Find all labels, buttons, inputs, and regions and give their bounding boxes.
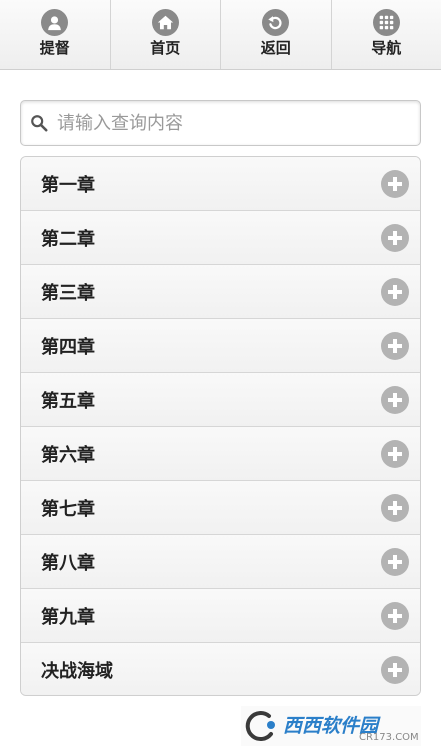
search-input[interactable] — [57, 103, 420, 143]
nav-button-home[interactable]: 首页 — [111, 0, 221, 69]
list-item[interactable]: 第一章 — [21, 157, 420, 211]
watermark: 西西软件园 CR173.COM — [241, 706, 421, 746]
plus-icon[interactable] — [381, 547, 409, 576]
nav-button-back[interactable]: 返回 — [221, 0, 332, 69]
chapter-label: 第三章 — [41, 282, 95, 304]
home-icon — [151, 9, 179, 36]
chapter-label: 第二章 — [41, 228, 95, 250]
list-item[interactable]: 第三章 — [21, 265, 420, 319]
list-item[interactable]: 第四章 — [21, 319, 420, 373]
plus-icon[interactable] — [381, 331, 409, 360]
grid-icon — [372, 9, 400, 36]
list-item[interactable]: 第八章 — [21, 535, 420, 589]
plus-icon[interactable] — [381, 169, 409, 198]
chapter-label: 第七章 — [41, 498, 95, 520]
plus-icon[interactable] — [381, 601, 409, 630]
list-item[interactable]: 决战海域 — [21, 643, 420, 695]
nav-button-navigation[interactable]: 导航 — [332, 0, 441, 69]
watermark-logo-icon — [245, 711, 275, 742]
chapter-label: 第六章 — [41, 444, 95, 466]
plus-icon[interactable] — [381, 493, 409, 522]
user-icon — [41, 9, 69, 36]
nav-label: 返回 — [260, 39, 291, 57]
watermark-subtext: CR173.COM — [359, 732, 419, 743]
chapter-label: 第五章 — [41, 390, 95, 412]
plus-icon[interactable] — [381, 656, 409, 684]
nav-button-admiral[interactable]: 提督 — [0, 0, 111, 69]
list-item[interactable]: 第二章 — [21, 211, 420, 265]
chapter-label: 第一章 — [41, 174, 95, 196]
list-item[interactable]: 第六章 — [21, 427, 420, 481]
list-item[interactable]: 第九章 — [21, 589, 420, 643]
chapter-label: 第四章 — [41, 336, 95, 358]
list-item[interactable]: 第七章 — [21, 481, 420, 535]
nav-label: 导航 — [371, 39, 402, 57]
plus-icon[interactable] — [381, 385, 409, 414]
back-icon — [262, 9, 290, 36]
nav-label: 首页 — [150, 39, 181, 57]
chapter-label: 第八章 — [41, 552, 95, 574]
plus-icon[interactable] — [381, 223, 409, 252]
top-nav-bar: 提督 首页 返回 导航 — [0, 0, 441, 70]
plus-icon[interactable] — [381, 277, 409, 306]
plus-icon[interactable] — [381, 439, 409, 468]
chapter-label: 第九章 — [41, 606, 95, 628]
chapter-label: 决战海域 — [41, 661, 113, 682]
search-icon — [29, 113, 49, 133]
list-item[interactable]: 第五章 — [21, 373, 420, 427]
nav-label: 提督 — [39, 39, 70, 57]
search-box — [20, 100, 421, 146]
chapter-list: 第一章 第二章 第三章 第四章 第五章 第六章 第七章 第八章 第九章 决战海域 — [20, 156, 421, 696]
